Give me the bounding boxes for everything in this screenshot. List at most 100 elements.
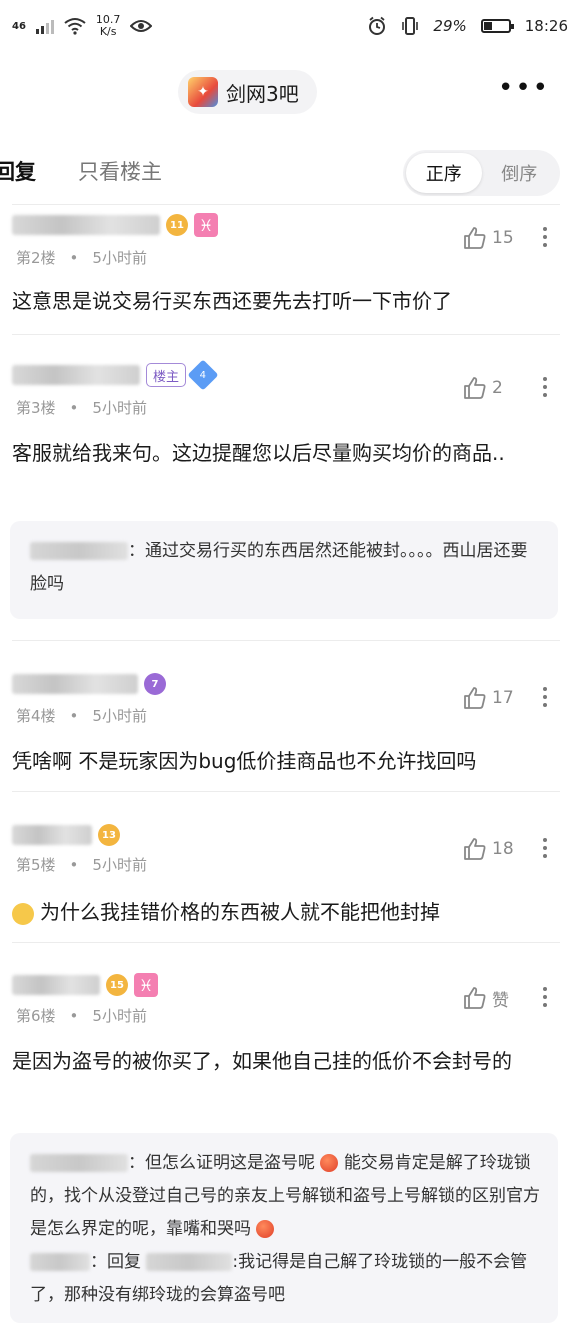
quoted-username-blurred: [30, 1154, 128, 1172]
post-meta: 第4楼 • 5小时前: [16, 707, 147, 725]
wifi-icon: [64, 18, 86, 35]
like-button[interactable]: 赞: [462, 985, 509, 1011]
sort-ascending-button[interactable]: 正序: [406, 153, 482, 193]
network-speed: 10.7 K/s: [96, 14, 121, 38]
battery-icon: [480, 19, 514, 33]
post-content: 是因为盗号的被你买了，如果他自己挂的低价不会封号的: [12, 1049, 512, 1073]
post-more-icon[interactable]: [538, 687, 552, 707]
like-button[interactable]: 2: [462, 375, 503, 401]
user-row: 13: [12, 824, 120, 846]
post-meta: 第2楼 • 5小时前: [16, 249, 147, 267]
reply-tabs: 回复 只看楼主 正序 倒序: [0, 142, 580, 202]
like-count: 17: [492, 688, 514, 708]
avatar-username-blurred: [12, 215, 160, 235]
avatar-username-blurred: [12, 365, 140, 385]
forum-name: 剑网3吧: [226, 81, 299, 106]
signal-icon: [35, 18, 54, 34]
level-badge: 7: [144, 673, 166, 695]
net-type: 46: [12, 20, 26, 32]
post-more-icon[interactable]: [538, 987, 552, 1007]
forum-logo: ✦: [188, 77, 218, 107]
level-badge: 13: [98, 824, 120, 846]
floor-number: 第2楼: [16, 249, 56, 267]
thumbs-up-icon: [464, 687, 486, 709]
post-time: 5小时前: [92, 399, 147, 417]
quoted-reply-text: :我记得是自己解了玲珑锁的一般不会管了，那种没有绑玲珑的会算盗号吧: [30, 1252, 528, 1305]
quoted-line-1: 但怎么证明这是盗号呢: [145, 1153, 315, 1173]
alarm-icon: [369, 16, 386, 35]
thread-header: ✦ 剑网3吧 •••: [0, 60, 580, 124]
post-more-icon[interactable]: [538, 227, 552, 247]
tab-reply[interactable]: 回复: [0, 156, 36, 186]
sort-toggle: 正序 倒序: [403, 150, 560, 196]
like-label: 赞: [492, 990, 509, 1011]
quoted-reply[interactable]: ：通过交易行买的东西居然还能被封。。。。西山居还要脸吗: [10, 521, 558, 619]
quoted-username-blurred: [30, 542, 128, 560]
post-text: 为什么我挂错价格的东西被人就不能把他封掉: [40, 900, 440, 924]
level-badge: 11: [166, 214, 188, 236]
thumbs-up-icon: [464, 838, 486, 860]
post-time: 5小时前: [92, 249, 147, 267]
post-content: 为什么我挂错价格的东西被人就不能把他封掉: [12, 894, 562, 930]
floor-number: 第5楼: [16, 856, 56, 874]
status-bar: 46 10.7 K/s 29% 18:26: [0, 0, 580, 52]
avatar-username-blurred: [12, 975, 100, 995]
post-meta: 第3楼 • 5小时前: [16, 399, 147, 417]
post-floor-5: 13 第5楼 • 5小时前 18 为什么我挂错价格的东西被人就不能把他封掉: [0, 792, 580, 942]
like-count: 18: [492, 839, 514, 859]
floor-number: 第6楼: [16, 1007, 56, 1025]
sort-descending-button[interactable]: 倒序: [482, 153, 558, 193]
post-content: 客服就给我来句。这边提醒您以后尽量购买均价的商品..: [12, 441, 505, 465]
post-floor-6: 15 ♓ 第6楼 • 5小时前 赞 是因为盗号的被你买了，如果他自己挂的低价不会封号…: [0, 943, 580, 1331]
like-button[interactable]: 17: [462, 685, 514, 711]
post-meta: 第6楼 • 5小时前: [16, 1007, 147, 1025]
tab-only-host[interactable]: 只看楼主: [78, 156, 162, 186]
vibrate-icon: [402, 17, 419, 35]
user-row: 7: [12, 673, 166, 695]
level-badge: 15: [106, 974, 128, 996]
post-content: 这意思是说交易行买东西还要先去打听一下市价了: [12, 289, 452, 313]
post-time: 5小时前: [92, 856, 147, 874]
zodiac-icon: ♓: [194, 213, 218, 237]
like-button[interactable]: 18: [462, 836, 514, 862]
post-time: 5小时前: [92, 1007, 147, 1025]
floor-number: 第3楼: [16, 399, 56, 417]
annoyed-face-icon: [12, 902, 34, 925]
user-row: 11 ♓: [12, 213, 218, 237]
post-meta: 第5楼 • 5小时前: [16, 856, 147, 874]
user-row: 15 ♓: [12, 973, 158, 997]
post-more-icon[interactable]: [538, 377, 552, 397]
floor-number: 第4楼: [16, 707, 56, 725]
forum-pill[interactable]: ✦ 剑网3吧: [178, 70, 317, 114]
post-content: 凭啥啊 不是玩家因为bug低价挂商品也不允许找回吗: [12, 749, 477, 773]
like-button[interactable]: 15: [462, 225, 514, 251]
like-count: 2: [492, 378, 503, 398]
zodiac-icon: ♓: [134, 973, 158, 997]
thumbs-up-icon: [464, 987, 486, 1009]
host-badge: 楼主: [146, 363, 187, 387]
post-more-icon[interactable]: [538, 838, 552, 858]
clock: 18:26: [524, 17, 568, 35]
level-number: 4: [199, 369, 207, 381]
post-floor-4: 7 第4楼 • 5小时前 17 凭啥啊 不是玩家因为bug低价挂商品也不允许找回吗: [0, 641, 580, 791]
battery-percent: 29%: [433, 17, 467, 35]
user-row: 楼主 4: [12, 359, 219, 391]
post-floor-3: 楼主 4 第3楼 • 5小时前 2 客服就给我来句。这边提醒您以后尽量购买均价的商品…: [0, 335, 580, 640]
quoted-username-blurred: [30, 1253, 90, 1271]
post-floor-2: 11 ♓ 第2楼 • 5小时前 15 这意思是说交易行买东西还要先去打听一下市价了: [0, 205, 580, 335]
angry-face-icon: [256, 1220, 275, 1238]
quoted-reply-thread[interactable]: ：但怎么证明这是盗号呢 能交易肯定是解了玲珑锁的，找个从没登过自己号的亲友上号解…: [10, 1133, 558, 1323]
thumbs-up-icon: [464, 227, 486, 249]
avatar-username-blurred: [12, 674, 138, 694]
quoted-reply-1: ：但怎么证明这是盗号呢 能交易肯定是解了玲珑锁的，找个从没登过自己号的亲友上号解…: [30, 1153, 540, 1239]
avatar-username-blurred: [12, 825, 92, 845]
quoted-reply-2: ：回复 :我记得是自己解了玲珑锁的一般不会管了，那种没有绑玲珑的会算盗号吧: [30, 1252, 528, 1305]
like-count: 15: [492, 228, 514, 248]
speed-unit: K/s: [99, 25, 117, 38]
reply-target-blurred: [146, 1253, 233, 1271]
angry-face-icon: [320, 1154, 339, 1172]
thumbs-up-icon: [464, 377, 486, 399]
more-dots-icon[interactable]: •••: [498, 75, 550, 101]
eye-icon: [130, 20, 153, 32]
diamond-level-badge: 4: [187, 359, 219, 391]
